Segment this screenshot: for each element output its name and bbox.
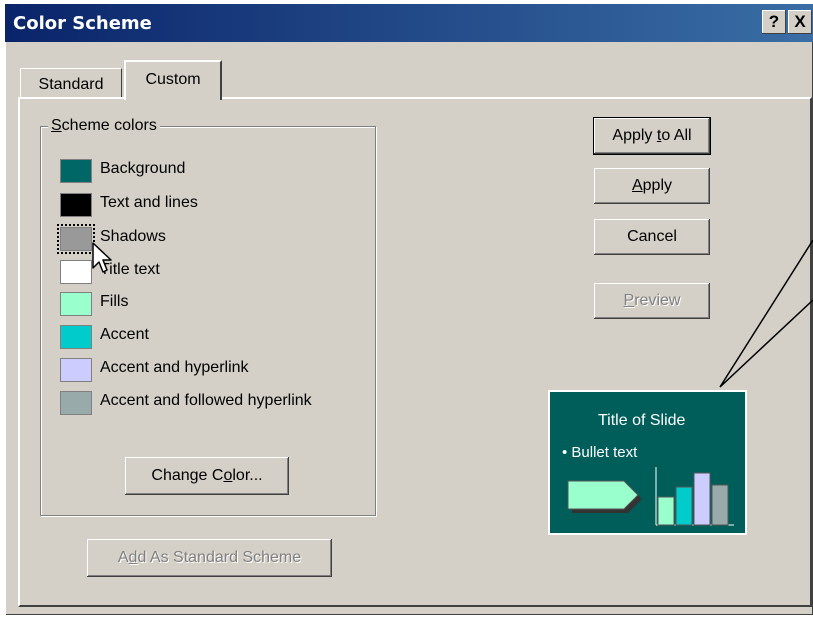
sample-bar-fills [657, 496, 675, 526]
swatch-label: Background [100, 160, 186, 177]
apply-to-all-button[interactable]: Apply to All [593, 117, 711, 155]
help-button[interactable]: ? [762, 10, 786, 34]
swatch-label: Fills [100, 293, 129, 310]
sample-graphics [567, 467, 734, 526]
sample-slide-title: Title of Slide [598, 412, 686, 429]
preview-button[interactable]: Preview [594, 283, 710, 319]
mouse-cursor-icon [92, 242, 112, 273]
color-swatch[interactable] [60, 358, 92, 382]
color-swatch[interactable] [60, 193, 92, 217]
color-swatch[interactable] [60, 325, 92, 349]
swatch-label: Text and lines [100, 194, 198, 211]
scheme-colors-legend: Scheme colors [48, 117, 160, 135]
sample-slide-preview: Title of Slide • Bullet text [548, 390, 747, 535]
cancel-button[interactable]: Cancel [594, 219, 710, 255]
color-swatch[interactable] [60, 260, 92, 284]
title-bar[interactable]: Color Scheme ? X [5, 4, 813, 42]
dialog-title: Color Scheme [13, 13, 152, 34]
swatch-label: Accent and hyperlink [100, 359, 249, 376]
sample-bar-accent [675, 486, 693, 526]
change-color-button[interactable]: Change Color... [125, 457, 289, 495]
sample-bar-followed [711, 484, 729, 526]
callout-pointer [719, 240, 813, 388]
apply-button[interactable]: Apply [594, 168, 710, 204]
color-swatch[interactable] [57, 224, 95, 254]
sample-arrow-shape [567, 480, 639, 510]
sample-bar-hyperlink [693, 472, 711, 526]
sample-bullet-text: • Bullet text [562, 444, 638, 461]
color-swatch[interactable] [60, 391, 92, 415]
swatch-label: Accent [100, 326, 149, 343]
tab-custom[interactable]: Custom [124, 60, 222, 100]
color-swatch[interactable] [60, 159, 92, 183]
swatch-label: Accent and followed hyperlink [100, 392, 312, 409]
close-button[interactable]: X [788, 10, 812, 34]
color-swatch[interactable] [60, 292, 92, 316]
tab-standard[interactable]: Standard [20, 68, 122, 99]
add-as-standard-scheme-button[interactable]: Add As Standard Scheme [87, 539, 332, 577]
